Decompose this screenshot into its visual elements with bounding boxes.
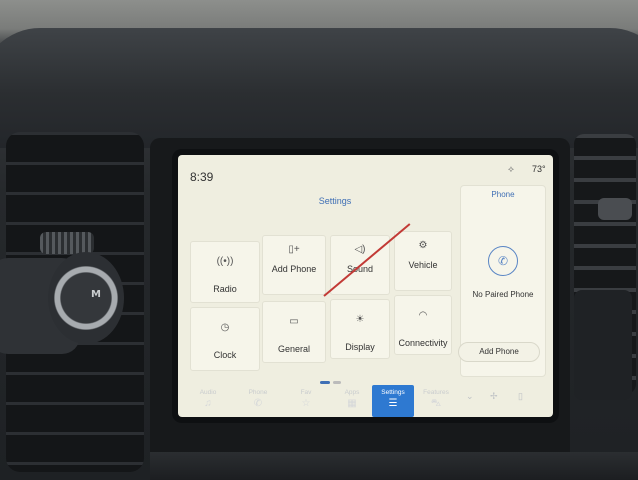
no-paired-phone-text: No Paired Phone (472, 290, 534, 299)
tile-radio-label: Radio (213, 284, 237, 294)
phone-icon[interactable]: ✆ (488, 246, 518, 276)
dock-features-label: Features (423, 389, 449, 396)
apps-grid-icon: ▦ (347, 398, 357, 409)
settings-sliders-icon: ☰ (388, 398, 398, 409)
tile-add-phone-label: Add Phone (271, 264, 317, 274)
display-icon: ☀ (355, 314, 365, 325)
radio-icon: ((•)) (216, 256, 234, 267)
lower-dash-trim (150, 452, 638, 480)
dock-audio[interactable]: Audio ♫ (188, 389, 228, 409)
signal-icon: ⟡ (508, 164, 514, 174)
wifi-icon: ◠ (418, 310, 428, 321)
clock-readout: 8:39 (190, 170, 214, 184)
general-icon: ▭ (289, 316, 299, 327)
tile-vehicle[interactable]: ⚙ Vehicle (394, 231, 452, 291)
dock-phone-label: Phone (248, 389, 268, 396)
stalk-badge: M (91, 289, 101, 300)
tile-connectivity[interactable]: ◠ Connectivity (394, 295, 452, 355)
tile-general[interactable]: ▭ General (262, 301, 326, 363)
chevron-down-icon[interactable]: ⌄ (466, 391, 474, 402)
music-note-icon: ♫ (204, 398, 212, 409)
tile-clock[interactable]: ◷ Clock (190, 307, 260, 371)
right-vent-housing (574, 290, 632, 400)
phone-icon: ✆ (253, 398, 263, 409)
dock-apps[interactable]: Apps ▦ (332, 389, 372, 409)
phone-mount-clip (40, 232, 94, 254)
star-icon: ☆ (301, 398, 311, 409)
temperature-readout: 73° (532, 164, 546, 174)
dock-fav[interactable]: Fav ☆ (286, 389, 326, 409)
dashboard-top (0, 28, 638, 148)
dock-fav-label: Fav (300, 389, 312, 396)
dock-settings-label: Settings (381, 389, 405, 396)
dock-audio-label: Audio (199, 389, 217, 396)
tile-display-label: Display (345, 342, 375, 352)
tile-connectivity-label: Connectivity (398, 338, 448, 348)
tile-vehicle-label: Vehicle (408, 260, 438, 270)
tile-general-label: General (277, 344, 311, 354)
vent-adjust-knob[interactable] (598, 198, 632, 220)
dock-apps-label: Apps (344, 389, 360, 396)
infotainment-screen: 8:39 ⟡ 73° Settings ((•)) Radio ▯+ Add P… (178, 155, 553, 417)
dock-settings[interactable]: Settings ☰ (372, 385, 414, 417)
phone-panel-title: Phone (491, 190, 515, 199)
bottom-dock: Audio ♫ Phone ✆ Fav ☆ Apps ▦ Settings ☰ … (178, 381, 553, 441)
add-phone-button[interactable]: Add Phone (458, 342, 540, 362)
tile-radio[interactable]: ((•)) Radio (190, 241, 260, 303)
status-bar: 8:39 ⟡ 73° (178, 155, 553, 184)
tile-display[interactable]: ☀ Display (330, 299, 390, 359)
tile-add-phone[interactable]: ▯+ Add Phone (262, 235, 326, 295)
settings-title: Settings (318, 196, 352, 206)
tile-clock-label: Clock (213, 350, 237, 360)
clock-icon: ◷ (220, 322, 230, 333)
phone-add-icon: ▯+ (288, 244, 300, 255)
fan-icon[interactable]: ✢ (490, 391, 498, 402)
phone-projection-icon[interactable]: ▯ (518, 391, 523, 402)
vehicle-icon: ⚙ (418, 240, 428, 251)
car-icon: ⛍ (430, 398, 442, 409)
dock-features[interactable]: Features ⛍ (416, 389, 456, 411)
dock-phone[interactable]: Phone ✆ (238, 389, 278, 409)
